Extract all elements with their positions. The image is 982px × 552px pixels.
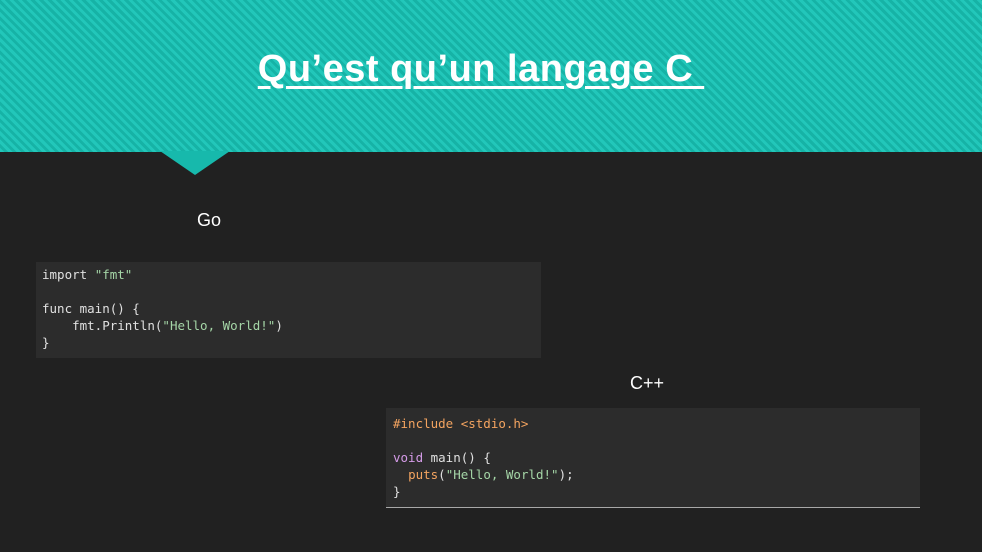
go-label: Go [197,210,222,230]
go-code-block: import "fmt" func main() { fmt.Println("… [36,262,541,358]
code-line: #include <stdio.h> [393,415,920,432]
code-text: fmt.Println( [42,318,163,333]
code-function: puts [408,467,439,482]
code-string: "fmt" [94,267,133,282]
code-text: ) [275,318,283,333]
code-line: func main() { [42,301,140,316]
code-line: import "fmt" [42,266,541,283]
code-text: ( [438,467,446,482]
code-line: void main() { [393,449,920,466]
code-keyword: void [393,450,424,465]
code-string: "Hello, World!" [162,318,276,333]
slide: Qu’est qu’un langage C Go import "fmt" f… [0,0,982,552]
band-notch [160,151,230,175]
code-text: ); [558,467,574,482]
slide-title: Qu’est qu’un langage C [257,48,705,90]
code-preprocessor: #include <stdio.h> [393,416,529,431]
code-string: "Hello, World!" [445,467,559,482]
code-line: fmt.Println("Hello, World!") [42,317,541,334]
code-keyword: import [42,267,95,282]
cpp-label: C++ [630,373,665,393]
code-line: } [393,484,401,499]
code-text: main() { [423,450,491,465]
cpp-code-block: #include <stdio.h> void main() { puts("H… [386,408,920,508]
code-line: puts("Hello, World!"); [393,466,920,483]
code-line: } [42,335,50,350]
